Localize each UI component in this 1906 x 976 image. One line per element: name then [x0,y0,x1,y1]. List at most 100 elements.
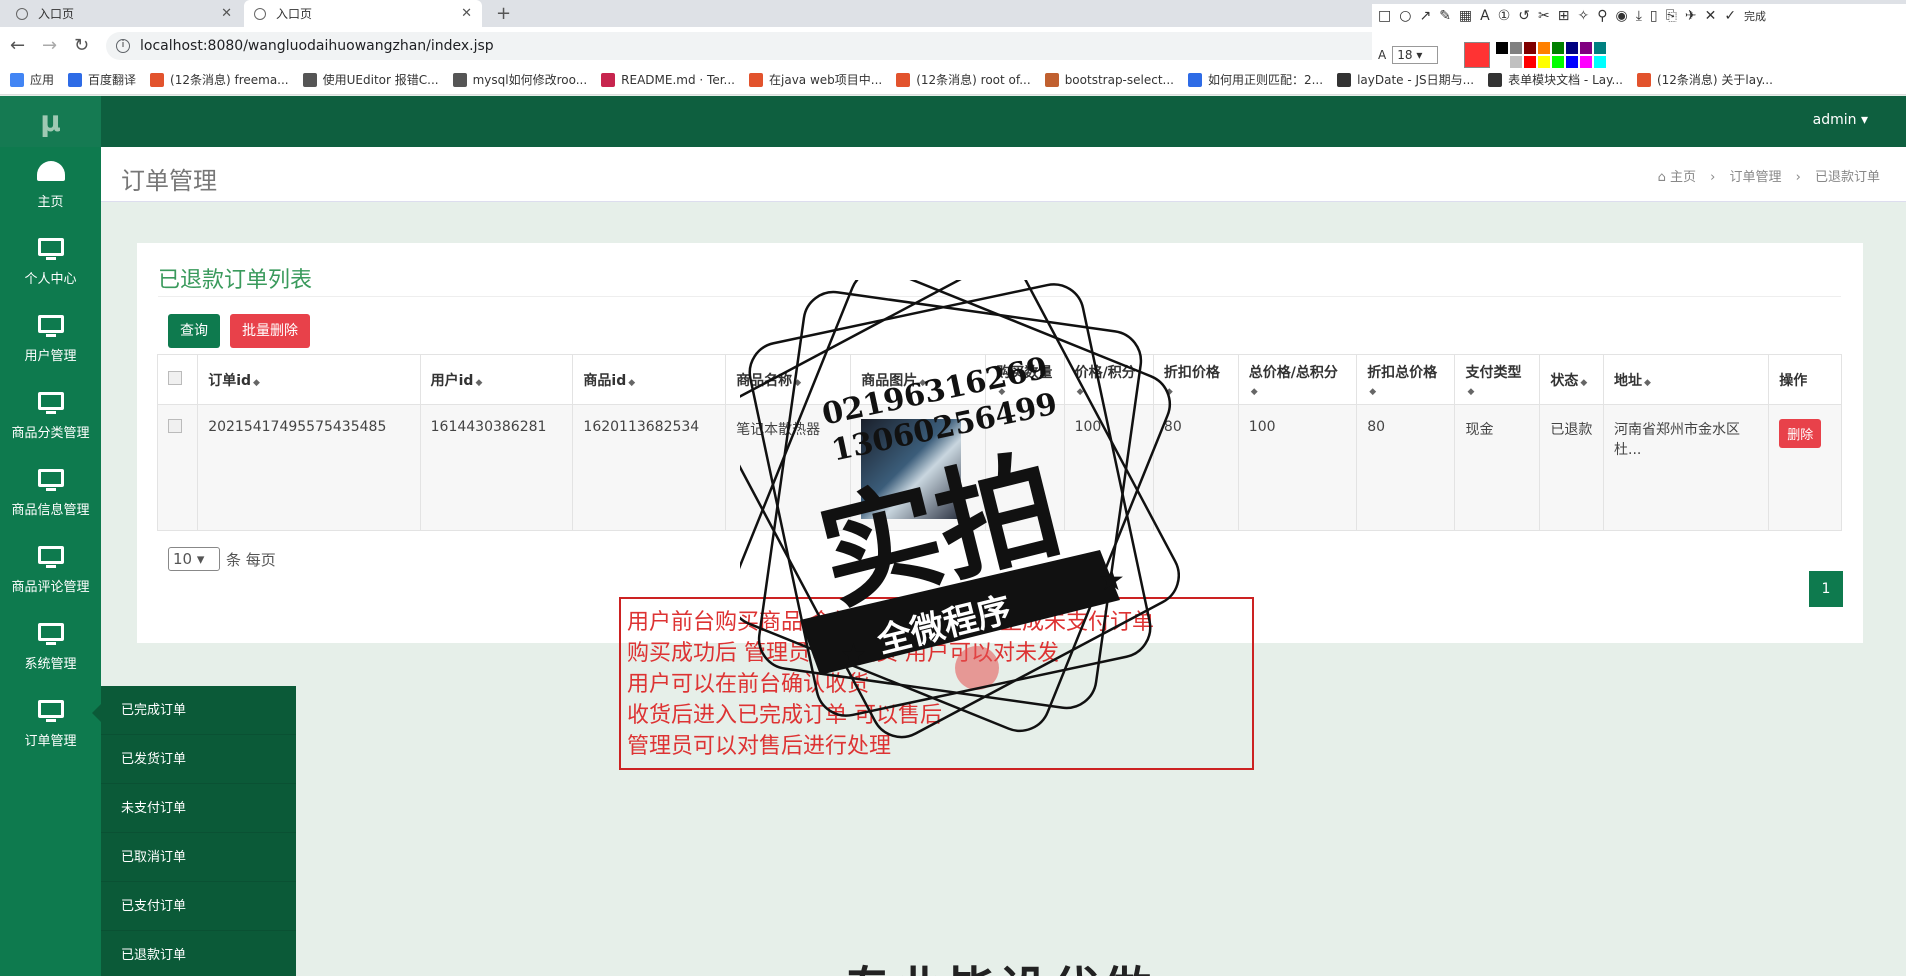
sidebar-item[interactable]: 商品评论管理 [0,532,101,609]
rectangle-tool-icon[interactable]: □ [1378,8,1391,24]
close-tool-icon[interactable]: ✕ [1705,8,1717,24]
info-icon[interactable]: i [116,39,130,53]
palette-color-swatch[interactable] [1524,56,1537,68]
bookmark-item[interactable]: 应用 [10,71,54,88]
row-checkbox[interactable] [168,419,182,433]
palette-color-swatch[interactable] [1566,42,1579,54]
palette-color-swatch[interactable] [1552,56,1565,68]
ocr-icon[interactable]: ⊞ [1558,8,1570,24]
palette-color-swatch[interactable] [1538,56,1551,68]
phone-icon[interactable]: ▯ [1650,8,1658,24]
column-header[interactable]: 商品图片 ◆ [850,354,987,405]
palette-color-swatch[interactable] [1594,42,1607,54]
column-header[interactable]: 支付类型 ◆ [1454,354,1541,405]
sort-icon[interactable]: ◆ [998,387,1005,397]
bookmark-item[interactable]: mysql如何修改roo... [452,71,587,88]
bookmark-item[interactable]: (12条消息) freema... [150,71,289,88]
batch-delete-button[interactable]: 批量删除 [230,314,310,348]
ellipse-tool-icon[interactable]: ○ [1399,8,1411,24]
sort-icon[interactable]: ◆ [1467,387,1474,397]
browser-tab-1[interactable]: 入口页 ✕ [6,0,242,27]
submenu-item[interactable]: 已支付订单 [101,882,296,931]
current-color-swatch[interactable] [1464,42,1491,68]
user-menu[interactable]: admin ▾ [1813,112,1868,128]
palette-color-swatch[interactable] [1580,42,1593,54]
column-header[interactable]: 状态 ◆ [1539,354,1604,405]
column-header[interactable]: 折扣价格 ◆ [1152,354,1239,405]
submenu-item[interactable]: 已取消订单 [101,833,296,882]
palette-color-swatch[interactable] [1510,42,1523,54]
sidebar-item[interactable]: 订单管理 [0,686,101,763]
sort-icon[interactable]: ◆ [1077,387,1084,397]
arrow-tool-icon[interactable]: ↗ [1419,8,1431,24]
bookmark-item[interactable]: bootstrap-select... [1044,72,1174,87]
submenu-item[interactable]: 已完成订单 [101,686,296,735]
submenu-item[interactable]: 未支付订单 [101,784,296,833]
palette-color-swatch[interactable] [1524,42,1537,54]
mosaic-tool-icon[interactable]: ▦ [1459,8,1472,24]
column-header[interactable]: 价格/积分 ◆ [1063,354,1154,405]
sidebar-item[interactable]: 商品分类管理 [0,378,101,455]
palette-color-swatch[interactable] [1538,42,1551,54]
submenu-item[interactable]: 已发货订单 [101,735,296,784]
sort-icon[interactable]: ◆ [1251,387,1258,397]
sidebar-item[interactable]: 个人中心 [0,224,101,301]
palette-color-swatch[interactable] [1496,42,1509,54]
sidebar-item[interactable]: 系统管理 [0,609,101,686]
record-icon[interactable]: ◉ [1616,8,1628,24]
sidebar-item[interactable]: 主页 [0,147,101,224]
column-header[interactable]: 订单id ◆ [197,354,421,405]
column-header[interactable]: 商品id ◆ [572,354,727,405]
palette-color-swatch[interactable] [1566,56,1579,68]
bookmark-item[interactable]: (12条消息) 关于lay... [1636,71,1773,88]
sort-icon[interactable]: ◆ [1580,378,1587,388]
bookmark-item[interactable]: README.md · Ter... [601,72,735,87]
sort-icon[interactable]: ◆ [475,378,482,388]
row-delete-button[interactable]: 删除 [1779,419,1822,448]
reload-icon[interactable]: ↻ [74,35,89,56]
url-input[interactable]: i localhost:8080/wangluodaihuowangzhan/i… [106,32,1436,60]
done-label[interactable]: 完成 [1744,8,1766,24]
column-header[interactable]: 总价格/总积分 ◆ [1237,354,1358,405]
sort-icon[interactable]: ◆ [794,378,801,388]
column-header[interactable]: 商品名称 ◆ [725,354,852,405]
bookmark-item[interactable]: 使用UEditor 报错C... [302,71,439,88]
palette-color-swatch[interactable] [1594,56,1607,68]
cut-icon[interactable]: ✂ [1538,8,1550,24]
column-header[interactable]: 地址 ◆ [1602,354,1770,405]
sidebar-item[interactable]: 用户管理 [0,301,101,378]
sidebar-item[interactable]: 商品信息管理 [0,455,101,532]
back-icon[interactable]: ← [10,35,25,56]
palette-color-swatch[interactable] [1510,56,1523,68]
pin-icon[interactable]: ⚲ [1597,8,1607,24]
bookmark-item[interactable]: 表单模块文档 - Lay... [1488,71,1623,88]
confirm-icon[interactable]: ✓ [1724,8,1736,24]
new-tab-icon[interactable]: + [496,3,511,24]
close-icon[interactable]: ✕ [221,6,232,21]
download-icon[interactable]: ⤓ [1636,8,1642,24]
page-size-select[interactable]: 10 ▾ [168,547,220,571]
number-tool-icon[interactable]: ① [1498,8,1511,24]
forward-icon[interactable]: → [42,35,57,56]
close-icon[interactable]: ✕ [461,6,472,21]
share-icon[interactable]: ✈ [1685,8,1697,24]
bookmark-item[interactable]: layDate - JS日期与... [1337,71,1474,88]
browser-tab-2[interactable]: 入口页 ✕ [244,0,482,27]
select-all-checkbox[interactable] [168,370,182,385]
sort-icon[interactable]: ◆ [919,378,926,388]
breadcrumb-orders[interactable]: 订单管理 [1729,170,1781,185]
palette-color-swatch[interactable] [1496,56,1509,68]
palette-color-swatch[interactable] [1552,42,1565,54]
breadcrumb-home[interactable]: 主页 [1670,170,1696,185]
font-size-select[interactable]: 18 ▾ [1392,46,1439,64]
sort-icon[interactable]: ◆ [1369,387,1376,397]
undo-icon[interactable]: ↺ [1518,8,1530,24]
goods-thumbnail[interactable] [861,419,962,519]
column-header[interactable]: 折扣总价格 ◆ [1356,354,1456,405]
magic-icon[interactable]: ✧ [1578,8,1590,24]
query-button[interactable]: 查询 [168,314,220,348]
column-header[interactable]: 购买数量 ◆ [985,354,1065,405]
bookmark-item[interactable]: 百度翻译 [68,71,136,88]
sort-icon[interactable]: ◆ [628,378,635,388]
bookmark-item[interactable]: 在java web项目中... [749,71,882,88]
